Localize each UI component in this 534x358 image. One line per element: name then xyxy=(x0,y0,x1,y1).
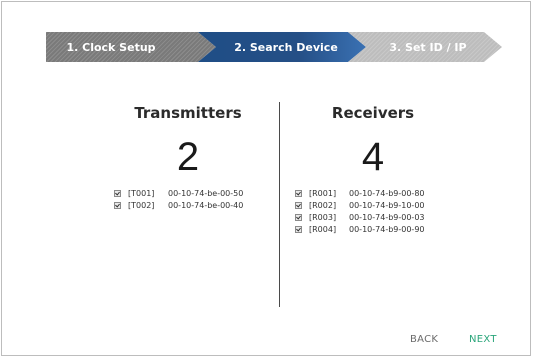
device-mac: 00-10-74-b9-10-00 xyxy=(349,200,425,210)
wizard-window: 1. Clock Setup 2. Search Device 3. Set I… xyxy=(1,1,531,356)
receiver-checkbox[interactable] xyxy=(295,213,302,221)
receivers-panel: Receivers 4 xyxy=(287,102,459,182)
step-set-id-ip[interactable]: 3. Set ID / IP xyxy=(348,32,502,62)
transmitters-title: Transmitters xyxy=(134,104,242,122)
receiver-list: [R001] 00-10-74-b9-00-80 [R002] 00-10-74… xyxy=(295,187,425,235)
step-clock-setup[interactable]: 1. Clock Setup xyxy=(46,32,216,62)
receivers-count: 4 xyxy=(361,135,385,179)
step-search-device[interactable]: 2. Search Device xyxy=(198,32,366,62)
device-id: [R004] xyxy=(309,224,337,234)
device-mac: 00-10-74-b9-00-80 xyxy=(349,188,425,198)
device-id: [T002] xyxy=(128,200,155,210)
device-mac: 00-10-74-be-00-40 xyxy=(168,200,244,210)
step-label: 3. Set ID / IP xyxy=(389,40,467,54)
receiver-row: [R003] 00-10-74-b9-00-03 xyxy=(295,211,425,223)
transmitter-row: [T001] 00-10-74-be-00-50 xyxy=(114,187,243,199)
receiver-checkbox[interactable] xyxy=(295,201,302,209)
transmitters-count: 2 xyxy=(176,135,200,179)
next-button[interactable]: NEXT xyxy=(469,334,497,345)
device-id: [R001] xyxy=(309,188,337,198)
device-id: [R002] xyxy=(309,200,337,210)
wizard-steps: 1. Clock Setup 2. Search Device 3. Set I… xyxy=(46,32,502,62)
receivers-title: Receivers xyxy=(331,104,415,122)
receiver-row: [R002] 00-10-74-b9-10-00 xyxy=(295,199,425,211)
transmitter-row: [T002] 00-10-74-be-00-40 xyxy=(114,199,243,211)
transmitter-checkbox[interactable] xyxy=(114,201,121,209)
transmitter-checkbox[interactable] xyxy=(114,189,121,197)
step-label: 2. Search Device xyxy=(234,40,338,54)
device-id: [T001] xyxy=(128,188,155,198)
receiver-checkbox[interactable] xyxy=(295,225,302,233)
receiver-row: [R001] 00-10-74-b9-00-80 xyxy=(295,187,425,199)
device-mac: 00-10-74-b9-00-03 xyxy=(349,212,425,222)
receiver-row: [R004] 00-10-74-b9-00-90 xyxy=(295,223,425,235)
device-id: [R003] xyxy=(309,212,337,222)
device-mac: 00-10-74-be-00-50 xyxy=(168,188,244,198)
receiver-checkbox[interactable] xyxy=(295,189,302,197)
transmitter-list: [T001] 00-10-74-be-00-50 [T002] 00-10-74… xyxy=(114,187,243,211)
step-label: 1. Clock Setup xyxy=(66,40,156,54)
device-mac: 00-10-74-b9-00-90 xyxy=(349,224,425,234)
back-button[interactable]: BACK xyxy=(410,334,438,345)
transmitters-panel: Transmitters 2 xyxy=(102,102,274,182)
column-divider xyxy=(279,102,280,307)
